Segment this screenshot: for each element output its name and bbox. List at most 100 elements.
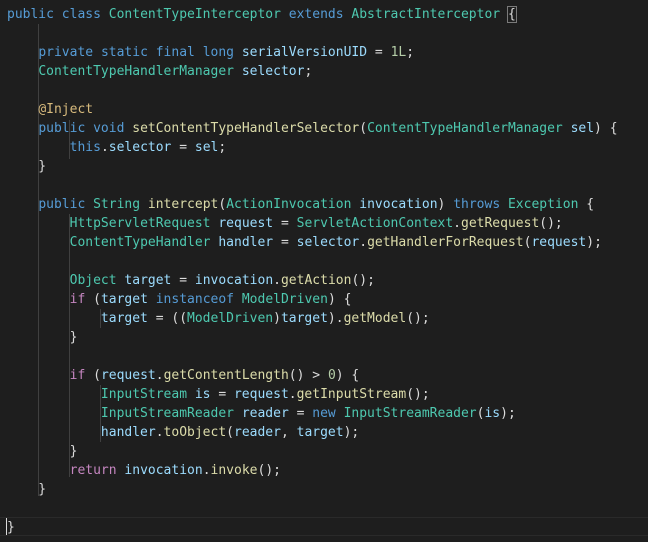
- code-token: ();: [406, 311, 430, 326]
- code-token: this: [69, 140, 101, 155]
- code-token: public: [7, 7, 54, 22]
- code-token: }: [7, 482, 47, 497]
- code-token: String: [93, 197, 141, 212]
- code-token: invocation: [124, 463, 203, 478]
- code-token: target: [100, 292, 148, 307]
- code-token: .: [155, 425, 164, 440]
- code-token: =: [210, 387, 234, 402]
- code-token: target: [100, 311, 148, 326]
- code-token: ).: [327, 311, 344, 326]
- code-token: =: [367, 45, 391, 60]
- code-token: target: [280, 311, 328, 326]
- code-token: throws: [453, 197, 501, 212]
- code-line: if (request.getContentLength() > 0) {: [7, 366, 360, 385]
- code-token: public: [38, 121, 86, 136]
- code-token: );: [586, 235, 602, 250]
- code-line: InputStreamReader reader = new InputStre…: [7, 404, 516, 423]
- code-line: public String intercept(ActionInvocation…: [7, 195, 594, 214]
- code-token: (: [359, 121, 368, 136]
- code-token: }: [7, 330, 78, 345]
- code-token: getRequest: [461, 216, 540, 231]
- code-token: HttpServletRequest: [69, 216, 211, 231]
- code-editor[interactable]: public class ContentTypeInterceptor exte…: [0, 0, 648, 542]
- code-token: .: [453, 216, 461, 231]
- code-token: request: [218, 216, 274, 231]
- code-token: ) {: [327, 292, 352, 307]
- code-token: .: [100, 140, 109, 155]
- code-token: if: [69, 368, 86, 383]
- code-token: reader: [241, 406, 289, 421]
- code-token: ModelDriven: [241, 292, 328, 307]
- code-line: ContentTypeHandlerManager selector;: [7, 62, 312, 81]
- code-token: InputStream: [100, 387, 188, 402]
- code-line: handler.toObject(reader, target);: [7, 423, 359, 442]
- code-token: if: [69, 292, 86, 307]
- code-token: ;: [304, 64, 313, 79]
- code-line: }: [7, 328, 78, 347]
- code-token: final: [155, 45, 195, 60]
- code-token: AbstractInterceptor: [351, 7, 501, 22]
- code-token: static: [100, 45, 148, 60]
- code-line: }: [7, 518, 15, 537]
- code-token: is: [194, 387, 211, 402]
- code-line: }: [7, 442, 78, 461]
- code-token: toObject: [163, 425, 227, 440]
- code-line: }: [7, 480, 46, 499]
- code-token: request: [233, 387, 289, 402]
- code-token: .: [359, 235, 368, 250]
- code-token: intercept: [147, 197, 219, 212]
- code-token: ContentTypeHandlerManager: [367, 121, 563, 136]
- code-token: serialVersionUID: [241, 45, 368, 60]
- code-token: ActionInvocation: [226, 197, 352, 212]
- code-token: sel: [570, 121, 595, 136]
- code-token: void: [93, 121, 125, 136]
- code-token: =: [288, 406, 313, 421]
- code-token: target: [124, 273, 172, 288]
- code-token: is: [484, 406, 501, 421]
- code-token: public: [38, 197, 86, 212]
- code-token: (: [85, 368, 101, 383]
- code-token: 0: [327, 368, 336, 383]
- code-token: private: [38, 45, 94, 60]
- code-token: invoke: [210, 463, 258, 478]
- code-token: ): [273, 311, 281, 326]
- code-token: class: [61, 7, 101, 22]
- code-line: InputStream is = request.getInputStream(…: [7, 385, 430, 404]
- code-line: public class ContentTypeInterceptor exte…: [7, 5, 517, 24]
- code-token: ContentTypeHandler: [69, 235, 211, 250]
- code-token: sel: [194, 140, 219, 155]
- code-token: reader: [234, 425, 281, 440]
- code-token: ServletActionContext: [296, 216, 454, 231]
- code-token: instanceof: [155, 292, 235, 307]
- code-token: ();: [539, 216, 563, 231]
- code-token: InputStreamReader: [343, 406, 477, 421]
- code-line: return invocation.invoke();: [7, 461, 281, 480]
- code-token: );: [500, 406, 516, 421]
- code-token: (: [85, 292, 101, 307]
- code-token: }: [7, 444, 78, 459]
- code-token: Exception: [507, 197, 579, 212]
- code-token: =: [171, 273, 195, 288]
- code-token: new: [312, 406, 336, 421]
